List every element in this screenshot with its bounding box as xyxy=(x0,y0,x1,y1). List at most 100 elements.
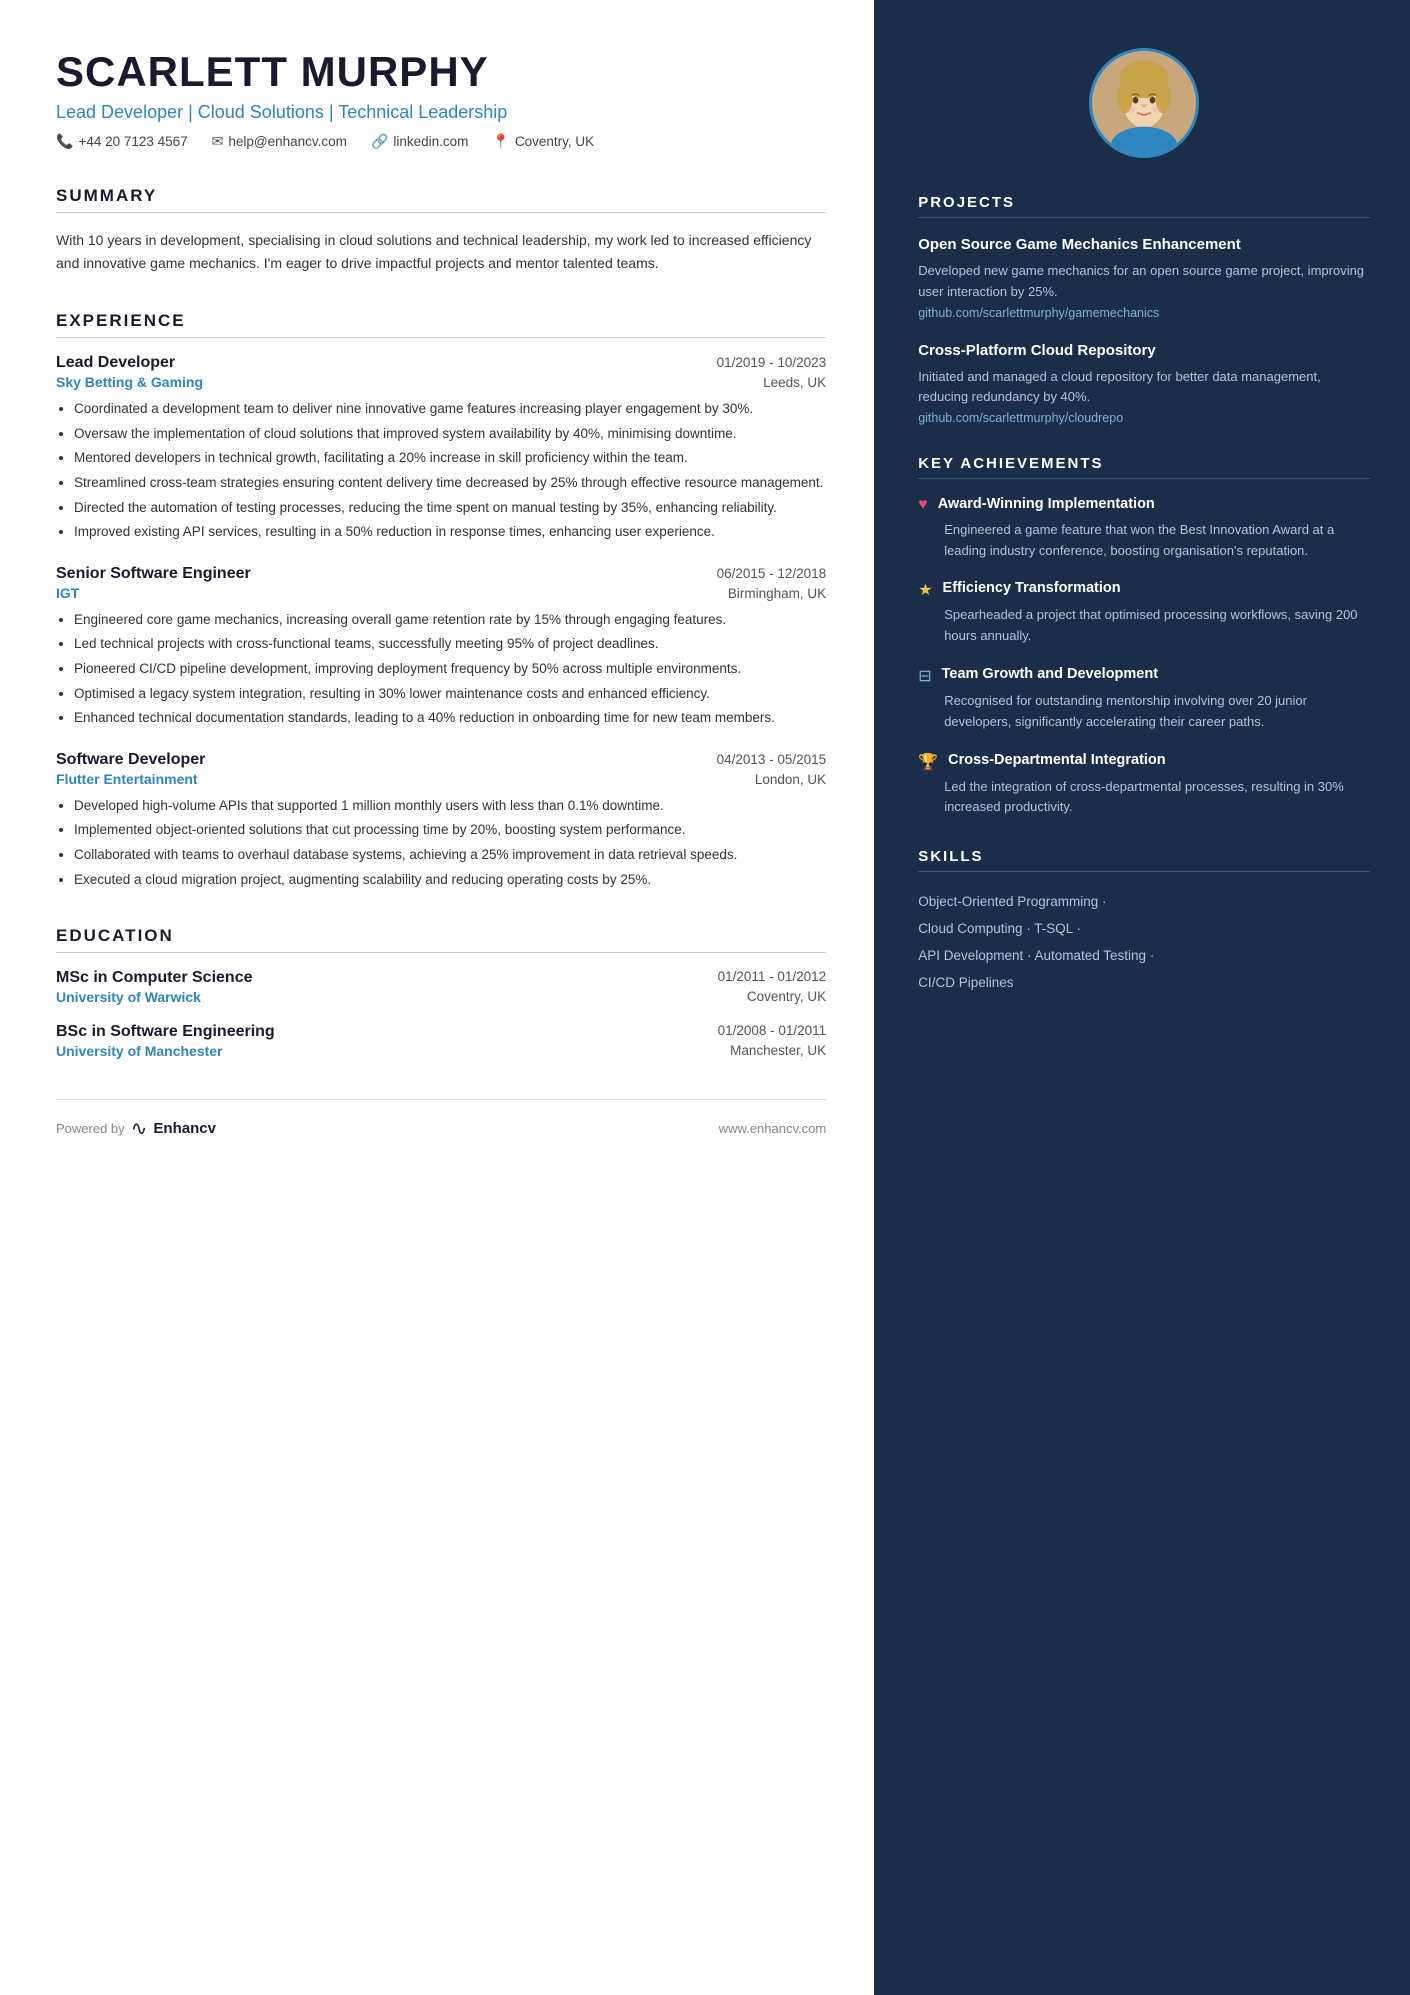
achievement-1-title: Award-Winning Implementation xyxy=(938,495,1155,515)
edu-1-degree: MSc in Computer Science xyxy=(56,969,253,987)
list-item: Engineered core game mechanics, increasi… xyxy=(74,609,826,631)
job-1: Lead Developer 01/2019 - 10/2023 Sky Bet… xyxy=(56,354,826,543)
list-item: Oversaw the implementation of cloud solu… xyxy=(74,423,826,445)
summary-section: SUMMARY With 10 years in development, sp… xyxy=(56,186,826,275)
skill-tag: API Development · Automated Testing · xyxy=(918,948,1154,963)
list-item: Directed the automation of testing proce… xyxy=(74,497,826,519)
list-item: Implemented object-oriented solutions th… xyxy=(74,819,826,841)
right-panel: PROJECTS Open Source Game Mechanics Enha… xyxy=(874,0,1410,1995)
edu-2-dates: 01/2008 - 01/2011 xyxy=(718,1023,827,1041)
achievements-section: KEY ACHIEVEMENTS ♥ Award-Winning Impleme… xyxy=(918,455,1370,818)
candidate-subtitle: Lead Developer | Cloud Solutions | Techn… xyxy=(56,102,826,123)
project-2-desc: Initiated and managed a cloud repository… xyxy=(918,367,1370,409)
edu-1-dates: 01/2011 - 01/2012 xyxy=(718,969,827,987)
job-3-dates: 04/2013 - 05/2015 xyxy=(717,752,827,767)
job-2-header: Senior Software Engineer 06/2015 - 12/20… xyxy=(56,565,826,583)
job-1-title: Lead Developer xyxy=(56,354,175,372)
edu-1-sub: University of Warwick Coventry, UK xyxy=(56,989,826,1005)
list-item: Executed a cloud migration project, augm… xyxy=(74,869,826,891)
heart-icon: ♥ xyxy=(918,496,928,514)
footer-website: www.enhancv.com xyxy=(719,1121,826,1136)
achievement-2-title: Efficiency Transformation xyxy=(943,579,1121,599)
list-item: Collaborated with teams to overhaul data… xyxy=(74,844,826,866)
achievement-4-desc: Led the integration of cross-departmenta… xyxy=(944,777,1370,819)
achievement-2-header: ★ Efficiency Transformation xyxy=(918,579,1370,600)
job-2-location: Birmingham, UK xyxy=(728,586,826,601)
project-1-link: github.com/scarlettmurphy/gamemechanics xyxy=(918,306,1370,320)
list-item: Enhanced technical documentation standar… xyxy=(74,707,826,729)
job-3: Software Developer 04/2013 - 05/2015 Flu… xyxy=(56,751,826,890)
job-1-dates: 01/2019 - 10/2023 xyxy=(717,355,827,370)
skills-title: SKILLS xyxy=(918,848,1370,872)
powered-by-label: Powered by xyxy=(56,1121,125,1136)
footer-logo: Powered by ∿ Enhancv xyxy=(56,1116,216,1141)
experience-section: EXPERIENCE Lead Developer 01/2019 - 10/2… xyxy=(56,311,826,890)
skill-tag: Object-Oriented Programming · xyxy=(918,894,1106,909)
edu-1-location: Coventry, UK xyxy=(747,989,826,1005)
avatar-container xyxy=(918,48,1370,158)
footer-brand: Enhancv xyxy=(153,1120,216,1137)
edu-2-location: Manchester, UK xyxy=(730,1043,826,1059)
achievement-1-desc: Engineered a game feature that won the B… xyxy=(944,520,1370,562)
skill-tag: CI/CD Pipelines xyxy=(918,975,1013,990)
job-1-header: Lead Developer 01/2019 - 10/2023 xyxy=(56,354,826,372)
achievement-3-title: Team Growth and Development xyxy=(942,665,1158,685)
location-text: Coventry, UK xyxy=(515,134,594,149)
skills-text: Object-Oriented Programming · Cloud Comp… xyxy=(918,888,1370,996)
achievement-3-header: ⊟ Team Growth and Development xyxy=(918,665,1370,686)
job-2-dates: 06/2015 - 12/2018 xyxy=(717,566,827,581)
achievement-2-desc: Spearheaded a project that optimised pro… xyxy=(944,605,1370,647)
list-item: Coordinated a development team to delive… xyxy=(74,398,826,420)
email-text: help@enhancv.com xyxy=(228,134,347,149)
phone-icon: 📞 xyxy=(56,133,73,150)
job-3-location: London, UK xyxy=(755,772,826,787)
list-item: Pioneered CI/CD pipeline development, im… xyxy=(74,658,826,680)
phone-item: 📞 +44 20 7123 4567 xyxy=(56,133,188,150)
job-3-title: Software Developer xyxy=(56,751,205,769)
phone-text: +44 20 7123 4567 xyxy=(78,134,187,149)
footer: Powered by ∿ Enhancv www.enhancv.com xyxy=(56,1099,826,1141)
growth-icon: ⊟ xyxy=(918,666,931,686)
project-1-desc: Developed new game mechanics for an open… xyxy=(918,261,1370,303)
job-3-company-row: Flutter Entertainment London, UK xyxy=(56,771,826,787)
job-2-company: IGT xyxy=(56,585,79,601)
email-item: ✉ help@enhancv.com xyxy=(212,133,347,150)
project-2-link: github.com/scarlettmurphy/cloudrepo xyxy=(918,411,1370,425)
job-3-company: Flutter Entertainment xyxy=(56,771,198,787)
edu-2-sub: University of Manchester Manchester, UK xyxy=(56,1043,826,1059)
avatar-svg xyxy=(1092,48,1196,158)
education-title: EDUCATION xyxy=(56,926,826,953)
list-item: Developed high-volume APIs that supporte… xyxy=(74,795,826,817)
job-1-bullets: Coordinated a development team to delive… xyxy=(56,398,826,543)
achievement-4: 🏆 Cross-Departmental Integration Led the… xyxy=(918,751,1370,819)
list-item: Improved existing API services, resultin… xyxy=(74,521,826,543)
edu-2-school: University of Manchester xyxy=(56,1043,223,1059)
edu-1-school: University of Warwick xyxy=(56,989,201,1005)
email-icon: ✉ xyxy=(212,133,224,150)
job-1-company: Sky Betting & Gaming xyxy=(56,374,203,390)
header: SCARLETT MURPHY Lead Developer | Cloud S… xyxy=(56,48,826,150)
contact-row: 📞 +44 20 7123 4567 ✉ help@enhancv.com 🔗 … xyxy=(56,133,826,150)
candidate-name: SCARLETT MURPHY xyxy=(56,48,826,96)
left-panel: SCARLETT MURPHY Lead Developer | Cloud S… xyxy=(0,0,874,1995)
education-section: EDUCATION MSc in Computer Science 01/201… xyxy=(56,926,826,1059)
achievements-title: KEY ACHIEVEMENTS xyxy=(918,455,1370,479)
job-2-company-row: IGT Birmingham, UK xyxy=(56,585,826,601)
job-2-title: Senior Software Engineer xyxy=(56,565,251,583)
job-2: Senior Software Engineer 06/2015 - 12/20… xyxy=(56,565,826,729)
achievement-4-title: Cross-Departmental Integration xyxy=(948,751,1166,771)
enhancv-logo-icon: ∿ xyxy=(131,1116,148,1141)
edu-1: MSc in Computer Science 01/2011 - 01/201… xyxy=(56,969,826,1005)
project-2-name: Cross-Platform Cloud Repository xyxy=(918,340,1370,361)
list-item: Led technical projects with cross-functi… xyxy=(74,633,826,655)
job-3-header: Software Developer 04/2013 - 05/2015 xyxy=(56,751,826,769)
edu-2: BSc in Software Engineering 01/2008 - 01… xyxy=(56,1023,826,1059)
achievement-1-header: ♥ Award-Winning Implementation xyxy=(918,495,1370,515)
project-2: Cross-Platform Cloud Repository Initiate… xyxy=(918,340,1370,426)
edu-1-header: MSc in Computer Science 01/2011 - 01/201… xyxy=(56,969,826,987)
job-1-company-row: Sky Betting & Gaming Leeds, UK xyxy=(56,374,826,390)
linkedin-text: linkedin.com xyxy=(393,134,468,149)
list-item: Optimised a legacy system integration, r… xyxy=(74,683,826,705)
trophy-icon: 🏆 xyxy=(918,752,938,772)
experience-title: EXPERIENCE xyxy=(56,311,826,338)
